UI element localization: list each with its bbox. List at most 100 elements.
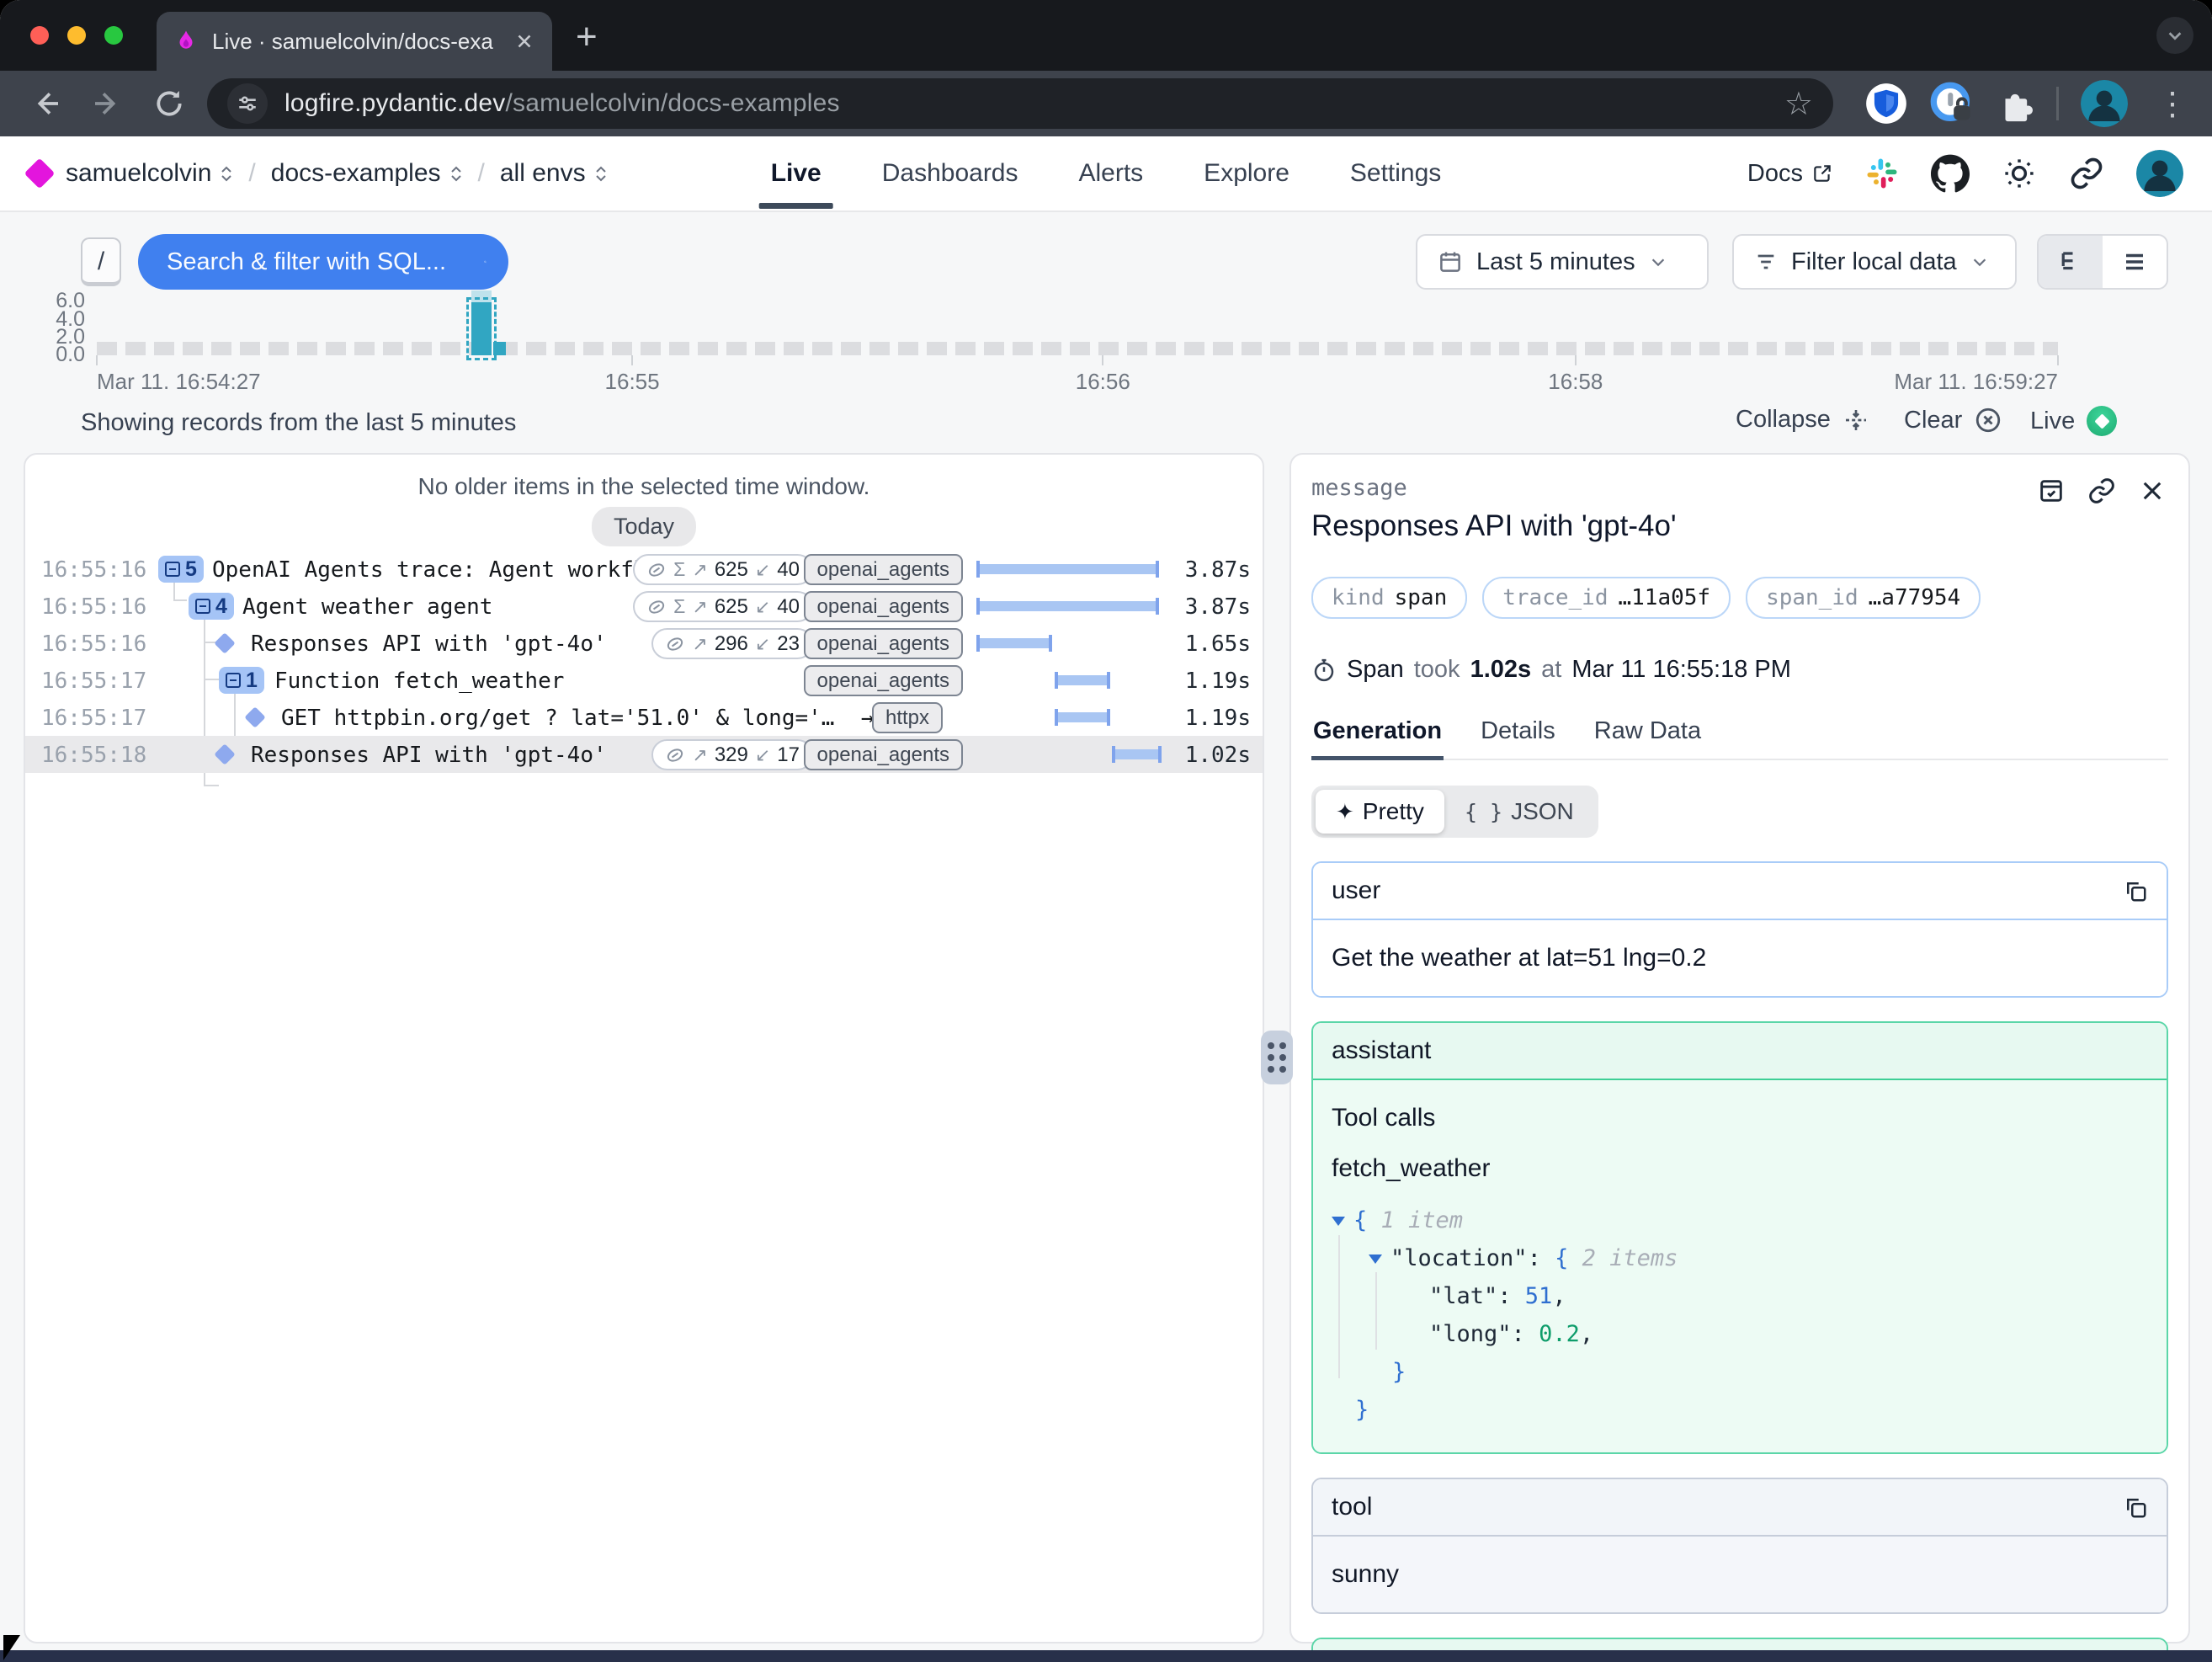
back-button[interactable] (29, 87, 62, 120)
trace-row-selected[interactable]: 16:55:18 Responses API with 'gpt-4o' ↗32… (25, 736, 1263, 773)
user-avatar[interactable] (2136, 150, 2183, 197)
tab-raw-data[interactable]: Raw Data (1593, 717, 1703, 759)
panel-splitter-handle[interactable] (1261, 1031, 1293, 1084)
share-link-icon[interactable] (2069, 156, 2104, 191)
collapse-count-badge[interactable]: 4 (189, 593, 234, 620)
collapse-count-badge[interactable]: 1 (219, 667, 264, 694)
breadcrumb-env[interactable]: all envs (500, 159, 608, 188)
close-icon[interactable] (2138, 477, 2167, 505)
span-details-panel: message Responses API with 'gpt-4o' kind… (1289, 453, 2190, 1643)
collapse-button[interactable]: Collapse (1736, 406, 1869, 434)
token-usage-pill[interactable]: Σ ↗625 ↙40 (633, 591, 813, 622)
message-card-tool: tool sunny (1311, 1478, 2168, 1614)
nav-tab-explore[interactable]: Explore (1197, 136, 1296, 210)
empty-notice: No older items in the selected time wind… (25, 473, 1263, 500)
kind-chip[interactable]: kindspan (1311, 577, 1467, 619)
bitwarden-extension-icon[interactable] (1864, 82, 1908, 125)
pretty-view-button[interactable]: ✦Pretty (1316, 790, 1444, 834)
row-timestamp: 16:55:16 (41, 594, 146, 620)
timeline-chart-plot[interactable]: 0.02.04.06.0Mar 11. 16:54:2716:5516:5616… (97, 295, 2058, 360)
scope-tag[interactable]: openai_agents (804, 554, 963, 585)
tab-details[interactable]: Details (1479, 717, 1557, 759)
local-filter-dropdown[interactable]: Filter local data (1732, 234, 2017, 290)
slash-shortcut-key[interactable]: / (81, 237, 121, 286)
window-controls[interactable] (30, 26, 123, 45)
scope-tag[interactable]: openai_agents (804, 591, 963, 622)
date-chip[interactable]: Today (592, 507, 696, 546)
tab-generation[interactable]: Generation (1311, 717, 1444, 759)
span-label[interactable]: OpenAI Agents trace: Agent workflow (212, 557, 673, 583)
nav-tab-dashboards[interactable]: Dashboards (875, 136, 1025, 210)
status-row: Showing records from the last 5 minutes … (0, 406, 2212, 443)
duration-bar-lane (976, 551, 1205, 588)
row-timestamp: 16:55:16 (41, 631, 146, 657)
browser-menu-icon[interactable]: ⋮ (2150, 85, 2195, 123)
json-line[interactable]: "location": { 2 items (1332, 1239, 2148, 1277)
browser-tab[interactable]: Live · samuelcolvin/docs-exa (157, 12, 552, 71)
reload-button[interactable] (153, 88, 185, 120)
search-input[interactable] (167, 248, 484, 276)
archive-icon[interactable] (2037, 477, 2066, 505)
json-line[interactable]: { 1 item (1332, 1201, 2148, 1239)
scope-tag[interactable]: openai_agents (804, 628, 963, 659)
scope-tag[interactable]: openai_agents (804, 665, 963, 696)
minimize-window-button[interactable] (67, 26, 86, 45)
bookmark-star-icon[interactable]: ☆ (1784, 85, 1813, 123)
nav-tab-settings[interactable]: Settings (1343, 136, 1448, 210)
timeline-chart[interactable]: 0.02.04.06.0Mar 11. 16:54:2716:5516:5616… (97, 295, 2058, 360)
span-label[interactable]: Responses API with 'gpt-4o' (251, 743, 607, 768)
json-view-button[interactable]: { }JSON (1444, 790, 1594, 834)
github-icon[interactable] (1931, 154, 1970, 193)
site-settings-icon[interactable] (227, 83, 268, 124)
theme-toggle-sun-icon[interactable] (2002, 156, 2037, 191)
breadcrumb-org[interactable]: samuelcolvin (66, 159, 233, 188)
scope-tag[interactable]: httpx (872, 702, 943, 733)
copy-icon[interactable] (2123, 1494, 2148, 1520)
span-label[interactable]: Agent weather agent (242, 594, 492, 620)
trace-row[interactable]: 16:55:16 5 OpenAI Agents trace: Agent wo… (25, 551, 1263, 588)
copy-link-icon[interactable] (2087, 477, 2116, 505)
search-bar[interactable] (138, 234, 508, 290)
scope-tag[interactable]: openai_agents (804, 739, 963, 770)
list-view-button[interactable] (2103, 236, 2167, 288)
breadcrumb-project[interactable]: docs-examples (271, 159, 463, 188)
time-range-dropdown[interactable]: Last 5 minutes (1416, 234, 1709, 290)
docs-link[interactable]: Docs (1747, 160, 1833, 188)
tool-args-json-tree[interactable]: { 1 item "location": { 2 items "lat": 51… (1332, 1201, 2148, 1429)
collapse-box-icon (226, 673, 241, 688)
browser-profile-avatar[interactable] (2081, 80, 2128, 127)
copy-icon[interactable] (2123, 878, 2148, 903)
close-window-button[interactable] (30, 26, 49, 45)
span-label[interactable]: GET httpbin.org/get ? lat='51.0' & long=… (281, 706, 940, 731)
new-tab-button[interactable]: + (576, 19, 598, 56)
logfire-logo[interactable] (24, 158, 56, 189)
span-label[interactable]: Responses API with 'gpt-4o' (251, 631, 607, 657)
url-bar[interactable]: logfire.pydantic.dev/samuelcolvin/docs-e… (207, 78, 1833, 129)
forward-button[interactable] (91, 87, 125, 120)
span-label[interactable]: Function fetch_weather (274, 669, 564, 694)
tree-view-button[interactable] (2039, 236, 2103, 288)
slack-icon[interactable] (1865, 157, 1899, 190)
tab-search-icon[interactable] (2156, 17, 2193, 54)
row-timestamp: 16:55:17 (41, 706, 146, 731)
maximize-window-button[interactable] (104, 26, 123, 45)
nav-tab-live[interactable]: Live (764, 136, 828, 210)
extensions-puzzle-icon[interactable] (1996, 84, 2034, 123)
duration-value: 3.87s (1175, 557, 1251, 583)
trace-row[interactable]: 16:55:16 Responses API with 'gpt-4o' ↗29… (25, 625, 1263, 662)
trace-row[interactable]: 16:55:17 1 Function fetch_weather openai… (25, 662, 1263, 699)
json-line: } (1332, 1391, 2148, 1429)
tab-close-icon[interactable] (513, 30, 535, 52)
live-toggle[interactable]: Live (2030, 406, 2117, 436)
span-id-chip[interactable]: span_id…a77954 (1746, 577, 1981, 619)
collapse-count-badge[interactable]: 5 (158, 556, 204, 583)
password-manager-extension-icon[interactable] (1930, 82, 1974, 125)
token-usage-pill[interactable]: ↗329 ↙17 (651, 739, 813, 770)
trace-id-chip[interactable]: trace_id…11a05f (1482, 577, 1731, 619)
token-usage-pill[interactable]: Σ ↗625 ↙40 (633, 554, 813, 585)
nav-tab-alerts[interactable]: Alerts (1071, 136, 1150, 210)
trace-row[interactable]: 16:55:17 GET httpbin.org/get ? lat='51.0… (25, 699, 1263, 736)
clear-button[interactable]: Clear (1904, 406, 2002, 434)
trace-row[interactable]: 16:55:16 4 Agent weather agent Σ ↗625 ↙4… (25, 588, 1263, 625)
token-usage-pill[interactable]: ↗296 ↙23 (651, 628, 813, 659)
